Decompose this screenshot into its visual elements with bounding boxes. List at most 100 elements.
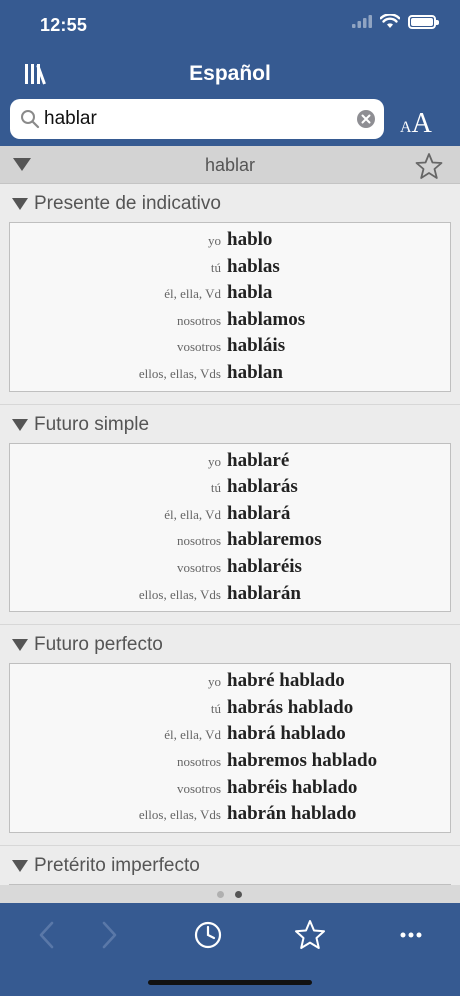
- verb-form: hablaremos: [227, 529, 322, 551]
- search-input[interactable]: [44, 99, 344, 139]
- conjugation-table: yo habré hablado tú habrás hablado él, ella,…: [9, 663, 451, 833]
- verb-form: habrá hablado: [227, 723, 346, 745]
- clear-icon[interactable]: [356, 109, 376, 129]
- font-size-small-label: A: [400, 119, 412, 136]
- tense-section: Futuro perfecto yo habré hablado tú habrás h…: [0, 625, 460, 846]
- conjugation-row: tú hablas: [10, 256, 450, 283]
- verb-form: habláis: [227, 335, 286, 357]
- pronoun: tú: [210, 259, 221, 275]
- conjugation-row: tú hablarás: [10, 476, 450, 503]
- pronoun: ellos, ellas, Vds: [138, 807, 221, 823]
- pronoun: él, ella, Vd: [164, 286, 221, 302]
- conjugation-row: vosotros hablaréis: [10, 556, 450, 583]
- tense-name: Futuro simple: [34, 413, 150, 435]
- conjugation-table: yo hablaré tú hablarás él, ella, Vd hablará no…: [9, 442, 451, 613]
- verb-form: hablamos: [227, 308, 306, 330]
- pronoun: ellos, ellas, Vds: [138, 586, 221, 602]
- conjugation-row: él, ella, Vd hablará: [10, 503, 450, 530]
- verb-form: habla: [227, 282, 273, 304]
- conjugation-row: nosotros hablaremos: [10, 529, 450, 556]
- verb-form: hablo: [227, 229, 273, 250]
- chevron-left-icon[interactable]: [29, 917, 65, 953]
- verb-form: habremos hablado: [227, 749, 378, 771]
- pronoun: yo: [208, 674, 221, 690]
- pronoun: vosotros: [176, 559, 221, 575]
- favorites-star-icon[interactable]: [292, 917, 328, 953]
- conjugation-row: nosotros habremos hablado: [10, 750, 450, 777]
- wifi-icon: [380, 14, 400, 28]
- search-box[interactable]: [10, 99, 384, 139]
- verb-form: hablaréis: [227, 555, 302, 577]
- verb-form: hablaré: [227, 449, 290, 471]
- conjugation-row: él, ella, Vd habrá hablado: [10, 723, 450, 750]
- conjugation-row: yo hablaré: [10, 450, 450, 477]
- font-size-icon[interactable]: AA: [400, 108, 432, 140]
- collapse-triangle-icon[interactable]: [12, 639, 28, 652]
- verb-form: hablan: [227, 361, 283, 383]
- chevron-right-icon[interactable]: [91, 917, 127, 953]
- verb-form: habrán hablado: [227, 803, 357, 825]
- pronoun: nosotros: [176, 753, 221, 769]
- status-time: 12:55: [40, 15, 88, 35]
- tense-name: Presente de indicativo: [34, 193, 221, 214]
- collapse-triangle-icon[interactable]: [12, 859, 28, 872]
- status-icons: [352, 14, 439, 29]
- conjugation-row: tú habrás hablado: [10, 697, 450, 724]
- conjugation-row: yo hablo: [10, 229, 450, 256]
- pronoun: yo: [208, 233, 221, 248]
- conjugation-row: yo habré hablado: [10, 670, 450, 697]
- verb-form: hablará: [227, 502, 291, 524]
- tense-section: Pretérito imperfectohablaba: [0, 846, 460, 885]
- tense-section: Presente de indicativo yo hablo tú hablas él,…: [0, 184, 460, 405]
- page-title: Español: [189, 62, 271, 85]
- pronoun: él, ella, Vd: [164, 727, 221, 743]
- tense-name: Pretérito imperfecto: [34, 854, 200, 876]
- conjugation-row: vosotros habláis: [10, 335, 450, 362]
- verb-form: hablas: [227, 255, 280, 277]
- conjugation-row: ellos, ellas, Vds hablarán: [10, 583, 450, 610]
- pronoun: él, ella, Vd: [164, 506, 221, 522]
- tense-section: Futuro simple yo hablaré tú hablarás él, ella…: [0, 405, 460, 626]
- verb-form: habrás hablado: [227, 696, 354, 718]
- page-dot-1[interactable]: [217, 891, 224, 898]
- page-dot-2[interactable]: [235, 891, 242, 898]
- pronoun: tú: [210, 480, 221, 496]
- verb-form: habré hablado: [227, 670, 345, 692]
- verb-form: hablarán: [227, 582, 301, 604]
- search-icon: [21, 110, 40, 129]
- conjugation-row: vosotros habréis hablado: [10, 777, 450, 804]
- signal-icon: [352, 15, 372, 28]
- more-icon[interactable]: [393, 917, 429, 953]
- collapse-triangle-icon[interactable]: [12, 198, 28, 210]
- collapse-triangle-icon[interactable]: [12, 418, 28, 431]
- header: 12:55 Español AA: [0, 0, 460, 146]
- tense-name: Futuro perfecto: [34, 634, 163, 656]
- battery-icon: [408, 14, 439, 29]
- pronoun: tú: [210, 700, 221, 716]
- verb-bar: hablar: [0, 146, 460, 184]
- verb-form: hablarás: [227, 476, 298, 498]
- conjugation-row: nosotros hablamos: [10, 309, 450, 336]
- conjugation-row: ellos, ellas, Vds habrán hablado: [10, 803, 450, 830]
- conjugation-row: él, ella, Vd habla: [10, 282, 450, 309]
- page-indicator: [0, 885, 460, 903]
- home-indicator[interactable]: [148, 980, 312, 985]
- tense-header[interactable]: Futuro simple: [0, 405, 460, 443]
- pronoun: nosotros: [176, 312, 221, 328]
- star-icon[interactable]: [414, 152, 444, 180]
- conjugation-table: yo hablo tú hablas él, ella, Vd habla nosotros…: [9, 222, 451, 392]
- tense-header[interactable]: Pretérito imperfecto: [0, 846, 460, 884]
- conjugation-list[interactable]: Presente de indicativo yo hablo tú hablas él,…: [0, 184, 460, 885]
- verb-form: habréis hablado: [227, 776, 358, 798]
- font-size-large-label: A: [411, 108, 432, 139]
- verb-title: hablar: [204, 155, 256, 175]
- clock-icon[interactable]: [190, 917, 226, 953]
- pronoun: yo: [208, 453, 221, 469]
- conjugation-row: ellos, ellas, Vds hablan: [10, 362, 450, 389]
- pronoun: ellos, ellas, Vds: [138, 365, 221, 381]
- pronoun: vosotros: [176, 339, 221, 355]
- tense-header[interactable]: Futuro perfecto: [0, 625, 460, 663]
- pronoun: nosotros: [176, 533, 221, 549]
- tense-header[interactable]: Presente de indicativo: [0, 184, 460, 222]
- pronoun: vosotros: [176, 780, 221, 796]
